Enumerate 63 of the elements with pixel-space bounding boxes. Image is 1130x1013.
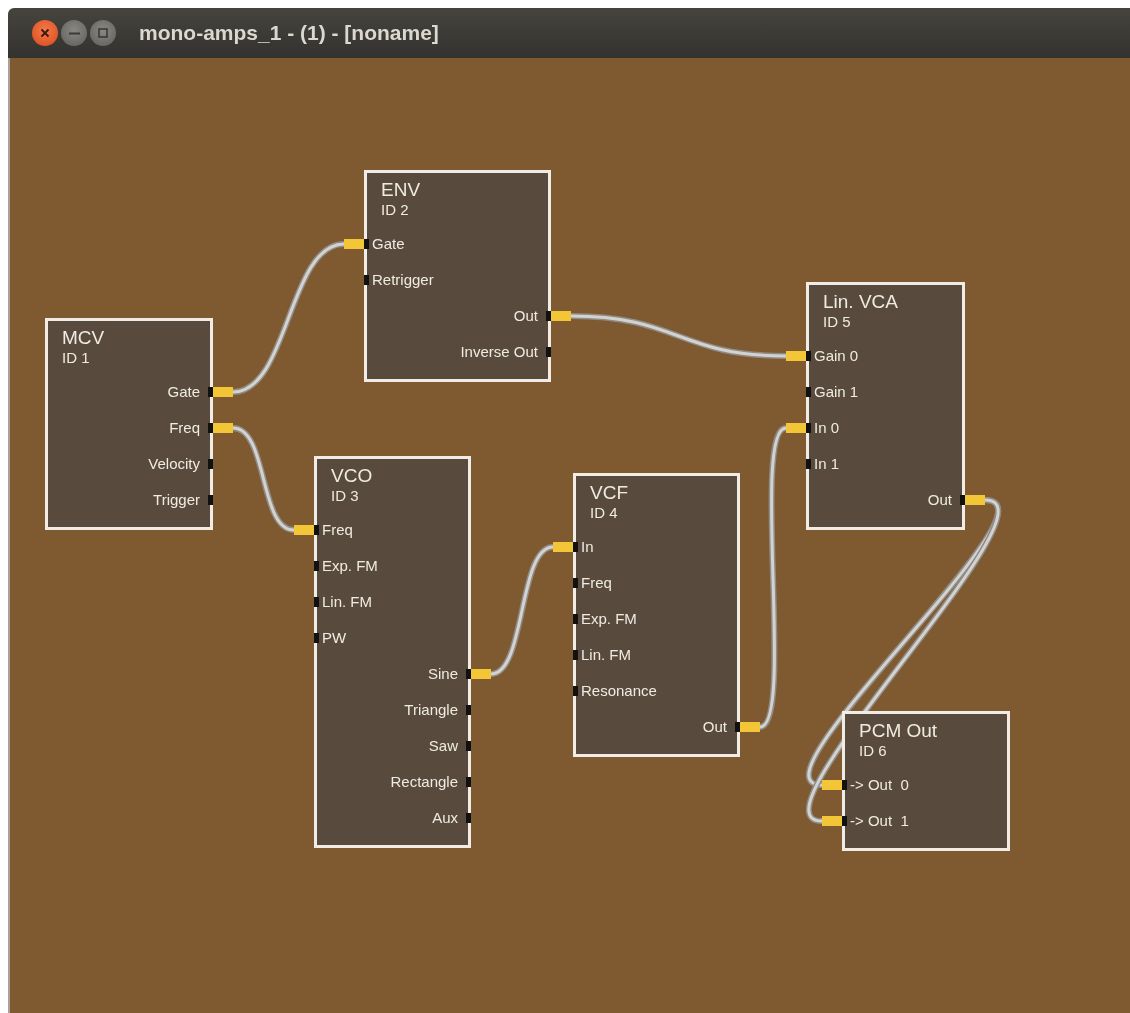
port-label: Velocity xyxy=(148,455,200,473)
module-id: ID 3 xyxy=(331,487,359,505)
close-button[interactable] xyxy=(32,20,58,46)
port-label: Retrigger xyxy=(372,271,434,289)
port-label: In 0 xyxy=(814,419,840,437)
port-label: Triangle xyxy=(404,701,458,719)
plugged-port[interactable] xyxy=(960,495,985,505)
plugged-port[interactable] xyxy=(208,423,233,433)
port-label: Gain 1 xyxy=(814,383,859,401)
window-title: mono-amps_1 - (1) - [noname] xyxy=(139,21,439,45)
plugged-port[interactable] xyxy=(822,816,847,826)
port-label: Rectangle xyxy=(390,773,458,791)
port-label: Exp. FM xyxy=(322,557,378,575)
port-label: Resonance xyxy=(581,682,657,700)
plugged-port[interactable] xyxy=(546,311,571,321)
port-label: Out xyxy=(513,307,538,325)
port-label: -> Out 0 xyxy=(850,776,909,794)
port-label: Inverse Out xyxy=(460,343,538,361)
port-label: Aux xyxy=(432,809,458,827)
port-label: Lin. FM xyxy=(581,646,631,664)
port-label: Sine xyxy=(427,665,458,683)
plugged-port[interactable] xyxy=(786,351,811,361)
plugged-port[interactable] xyxy=(735,722,760,732)
close-icon xyxy=(40,28,50,38)
port-label: Lin. FM xyxy=(322,593,372,611)
module-id: ID 6 xyxy=(859,742,887,760)
module-title: VCF xyxy=(590,482,628,504)
port-label: In xyxy=(581,538,594,556)
module-title: ENV xyxy=(381,179,421,201)
maximize-icon xyxy=(98,28,108,38)
port-label: Freq xyxy=(322,521,353,539)
plugged-port[interactable] xyxy=(344,239,369,249)
module-title: Lin. VCA xyxy=(823,291,898,313)
module-id: ID 2 xyxy=(381,201,409,219)
port-label: Exp. FM xyxy=(581,610,637,628)
maximize-button[interactable] xyxy=(90,20,116,46)
module-title: MCV xyxy=(62,327,105,349)
port-label: -> Out 1 xyxy=(850,812,909,830)
plugged-port[interactable] xyxy=(553,542,578,552)
port-label: Gain 0 xyxy=(814,347,859,365)
port-label: Out xyxy=(702,718,727,736)
module-id: ID 1 xyxy=(62,349,90,367)
port-label: Saw xyxy=(428,737,458,755)
plugged-port[interactable] xyxy=(822,780,847,790)
plugged-port[interactable] xyxy=(786,423,811,433)
port-label: Freq xyxy=(169,419,200,437)
port-label: In 1 xyxy=(814,455,840,473)
port-label: PW xyxy=(322,629,347,647)
port-label: Freq xyxy=(581,574,612,592)
port-label: Gate xyxy=(167,383,200,401)
port-label: Gate xyxy=(372,235,405,253)
plugged-port[interactable] xyxy=(208,387,233,397)
port-label: Out xyxy=(927,491,952,509)
minimize-button[interactable] xyxy=(61,20,87,46)
module-title: VCO xyxy=(331,465,373,487)
module-id: ID 4 xyxy=(590,504,618,522)
module-id: ID 5 xyxy=(823,313,851,331)
plugged-port[interactable] xyxy=(466,669,491,679)
plugged-port[interactable] xyxy=(294,525,319,535)
port-label: Trigger xyxy=(153,491,200,509)
module-title: PCM Out xyxy=(859,720,938,742)
module-box[interactable] xyxy=(842,711,1010,851)
minimize-icon xyxy=(68,31,80,35)
